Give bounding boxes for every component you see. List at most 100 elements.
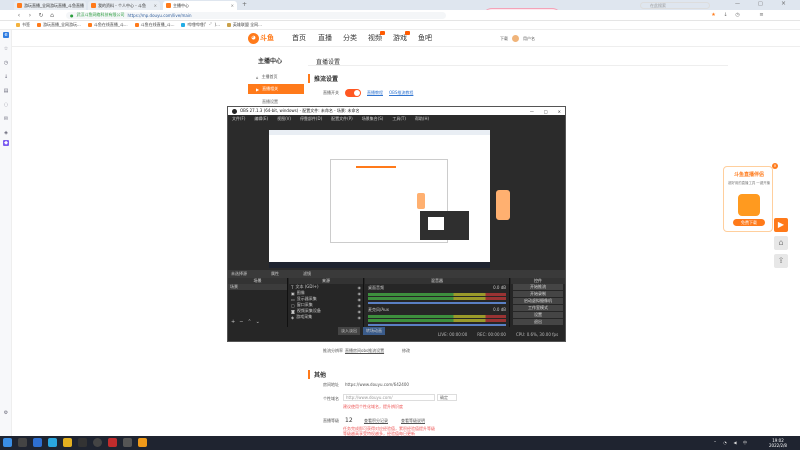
share-icon[interactable]: ⇪ (774, 254, 788, 268)
settings-button[interactable]: 设置 (513, 312, 563, 318)
app-icon[interactable]: ◆ (3, 140, 9, 146)
bookmark-item[interactable]: 英雄联盟 全网... (226, 22, 262, 28)
avatar[interactable] (512, 35, 519, 42)
back-icon[interactable]: ‹ (16, 12, 22, 19)
minimize-icon[interactable]: — (735, 1, 740, 7)
transition-tab[interactable]: 淡入淡出 (338, 327, 360, 335)
eye-icon[interactable]: ◉ (358, 291, 362, 296)
scene-item[interactable]: 场景 (228, 284, 287, 290)
close-icon[interactable]: × (772, 163, 778, 169)
ime-icon[interactable]: 中 (742, 440, 748, 446)
submenu-live-settings[interactable]: 直播设置 (262, 99, 278, 105)
obs-tutorial-link[interactable]: OBS推流教程 (389, 90, 413, 96)
start-streaming-button[interactable]: 开始推流 (513, 284, 563, 290)
douyu-taskbar-icon[interactable] (138, 438, 147, 447)
menu-icon[interactable]: ≡ (758, 12, 765, 19)
filters-button[interactable]: 滤镜 (303, 271, 311, 277)
browser-tab[interactable]: 我的资料 - 个人中心 - 斗鱼 × (88, 1, 160, 10)
domain-confirm-button[interactable]: 确定 (437, 394, 457, 401)
download-link[interactable]: 下载 (500, 36, 508, 42)
start-recording-button[interactable]: 开始录制 (513, 291, 563, 297)
studio-mode-button[interactable]: 工作室模式 (513, 305, 563, 311)
bookmark-item[interactable]: 游玩直播_全网游玩... (37, 22, 81, 28)
windows-start-icon[interactable] (3, 438, 12, 447)
mail-icon[interactable]: ✉ (3, 116, 9, 122)
chat-icon[interactable]: ◌ (3, 102, 9, 108)
terminal-icon[interactable] (78, 438, 87, 447)
menu-profile[interactable]: 配置文件(P) (331, 116, 353, 122)
menu-scene-collection[interactable]: 场景集合(S) (362, 116, 384, 122)
points-record-link[interactable]: 查看积分记录 (364, 418, 388, 424)
promo-card[interactable]: 斗鱼直播伴侣 超好用的直播工具 一键开播 免费下载 (723, 166, 773, 232)
eye-icon[interactable]: ◉ (358, 303, 362, 308)
home-icon[interactable]: ⌂ (49, 12, 55, 19)
up-icon[interactable]: ⌃ (247, 319, 251, 325)
menu-item-home[interactable]: ⌂ 主播首页 (248, 72, 304, 82)
nav-home[interactable]: 首页 (292, 33, 306, 43)
bookmark-item[interactable]: 斗鱼在线直播_斗... (134, 22, 174, 28)
obs-taskbar-icon[interactable] (93, 438, 102, 447)
down-icon[interactable]: ⌄ (256, 319, 260, 325)
browser-tab-active[interactable]: 主播中心 × (163, 1, 237, 10)
volume-slider[interactable] (368, 302, 506, 304)
browser-tab[interactable]: 游玩直播_全网游玩直播_斗鱼直播 × (14, 1, 86, 10)
promo-download-button[interactable]: 免费下载 (733, 219, 765, 226)
eye-icon[interactable]: ◉ (358, 315, 362, 320)
menu-tools[interactable]: 工具(T) (392, 116, 406, 122)
note-icon[interactable]: ▤ (3, 88, 9, 94)
room-url[interactable]: https://www.douyu.com/642400 (345, 382, 409, 387)
add-icon[interactable]: + (231, 319, 235, 325)
menu-edit[interactable]: 编辑(E) (254, 116, 268, 122)
menu-help[interactable]: 帮助(H) (415, 116, 429, 122)
user-name[interactable]: 用户名 (523, 36, 535, 42)
extension-icon[interactable]: ★ (710, 12, 717, 19)
stream-toggle[interactable] (345, 89, 361, 97)
volume-slider[interactable] (368, 324, 506, 326)
play-icon[interactable]: ▶ (774, 218, 788, 232)
bookmark-item[interactable]: 斗鱼在线直播_斗... (87, 22, 128, 28)
exit-button[interactable]: 退出 (513, 319, 563, 325)
settings-icon[interactable]: ⚙ (3, 410, 9, 416)
search-icon[interactable] (18, 438, 27, 447)
properties-button[interactable]: 属性 (271, 271, 279, 277)
search-input[interactable]: 在此搜索 (640, 2, 710, 9)
eye-icon[interactable]: ◉ (358, 309, 362, 314)
new-tab-icon[interactable]: + (242, 1, 247, 8)
domain-input[interactable]: http://www.douyu.com/ (343, 394, 435, 401)
tutorial-link[interactable]: 直播教程 (367, 90, 383, 96)
close-icon[interactable]: × (231, 3, 234, 8)
folder-icon[interactable] (63, 438, 72, 447)
maximize-icon[interactable]: □ (758, 1, 763, 7)
volume-icon[interactable]: ◀ (732, 440, 738, 446)
obs-window[interactable]: OBS 27.1.3 (64-bit, windows) - 配置文件: 未命名… (227, 106, 566, 342)
eye-icon[interactable]: ◉ (358, 297, 362, 302)
close-icon[interactable]: × (558, 109, 561, 114)
close-icon[interactable]: × (154, 3, 157, 8)
nav-yuba[interactable]: 鱼吧 (418, 33, 432, 43)
taskbar-clock[interactable]: 19:02 2022/2/8 (763, 438, 793, 448)
home-icon[interactable]: ⌂ (774, 236, 788, 250)
network-icon[interactable]: ◔ (722, 440, 728, 446)
app-icon[interactable] (123, 438, 132, 447)
nav-live[interactable]: 直播 (318, 33, 332, 43)
minimize-icon[interactable]: — (530, 109, 534, 114)
bookmark-item[interactable]: 书签 (16, 22, 30, 28)
game-icon[interactable]: ◈ (3, 130, 9, 136)
history-icon[interactable]: ◷ (3, 60, 9, 66)
tray-up-icon[interactable]: ⌃ (712, 440, 718, 446)
forward-icon[interactable]: › (27, 12, 33, 19)
menu-view[interactable]: 视图(V) (277, 116, 291, 122)
address-bar[interactable]: ● 武汉斗鱼网络科技有限公司 https://mp.douyu.com/live… (66, 11, 446, 19)
window-close-icon[interactable]: × (781, 0, 786, 7)
chat-app-icon[interactable] (48, 438, 57, 447)
bookmark-item[interactable]: 哔哩哔哩(゜-゜)... (181, 22, 220, 28)
edge-browser-icon[interactable] (33, 438, 42, 447)
transitions-tab[interactable]: 转场动画 (363, 327, 385, 335)
reload-icon[interactable]: ↻ (38, 12, 44, 19)
remove-icon[interactable]: − (239, 319, 243, 325)
douyu-logo[interactable]: ◕ 斗鱼 (248, 32, 276, 44)
source-item[interactable]: ◈ 游戏采集 ◉ (289, 314, 363, 320)
app-icon[interactable] (108, 438, 117, 447)
virtual-camera-button[interactable]: 启动虚拟摄像机 (513, 298, 563, 304)
download-icon[interactable]: ↓ (3, 74, 9, 80)
